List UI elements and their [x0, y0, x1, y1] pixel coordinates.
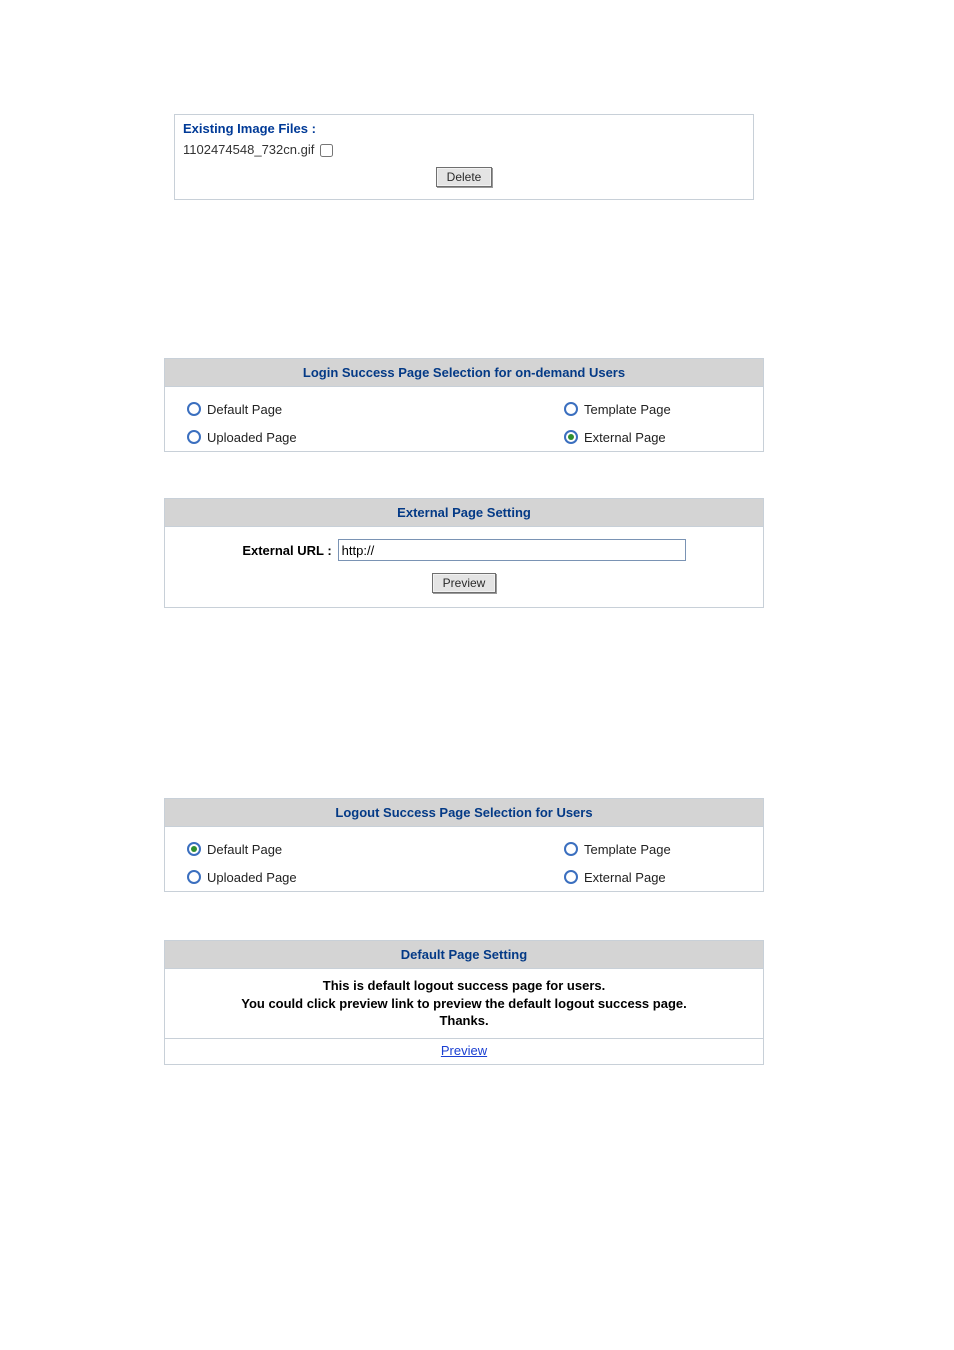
external-url-label: External URL : — [242, 543, 331, 558]
radio-icon — [564, 402, 578, 416]
radio-icon — [564, 430, 578, 444]
radio-label: Template Page — [584, 402, 671, 417]
radio-icon — [187, 870, 201, 884]
radio-label: Default Page — [207, 402, 282, 417]
delete-button[interactable]: Delete — [436, 167, 493, 187]
logout-selection-title: Logout Success Page Selection for Users — [165, 799, 763, 827]
radio-icon — [187, 430, 201, 444]
radio-option-default[interactable]: Default Page — [187, 395, 464, 423]
radio-icon — [187, 402, 201, 416]
login-selection-title: Login Success Page Selection for on-dema… — [165, 359, 763, 387]
radio-icon — [564, 842, 578, 856]
msg-line-2: You could click preview link to preview … — [241, 996, 686, 1011]
radio-label: Uploaded Page — [207, 430, 297, 445]
preview-link[interactable]: Preview — [441, 1043, 487, 1058]
existing-files-title: Existing Image Files : — [183, 121, 745, 136]
default-setting-title: Default Page Setting — [165, 941, 763, 969]
file-row: 1102474548_732cn.gif — [183, 142, 745, 157]
radio-option-external[interactable]: External Page — [464, 863, 741, 891]
preview-button[interactable]: Preview — [432, 573, 497, 593]
external-url-input[interactable] — [338, 539, 686, 561]
external-page-setting-panel: External Page Setting External URL : Pre… — [164, 498, 764, 608]
logout-success-selection-panel: Logout Success Page Selection for Users … — [164, 798, 764, 892]
default-page-setting-panel: Default Page Setting This is default log… — [164, 940, 764, 1065]
msg-line-3: Thanks. — [439, 1013, 488, 1028]
radio-label: External Page — [584, 870, 666, 885]
msg-line-1: This is default logout success page for … — [323, 978, 605, 993]
radio-option-external[interactable]: External Page — [464, 423, 741, 451]
radio-icon — [187, 842, 201, 856]
login-success-selection-panel: Login Success Page Selection for on-dema… — [164, 358, 764, 452]
existing-image-files-panel: Existing Image Files : 1102474548_732cn.… — [174, 114, 754, 200]
radio-option-template[interactable]: Template Page — [464, 835, 741, 863]
file-select-checkbox[interactable] — [320, 144, 333, 157]
external-setting-title: External Page Setting — [165, 499, 763, 527]
radio-option-default[interactable]: Default Page — [187, 835, 464, 863]
radio-label: External Page — [584, 430, 666, 445]
radio-icon — [564, 870, 578, 884]
default-setting-message: This is default logout success page for … — [165, 969, 763, 1039]
file-name: 1102474548_732cn.gif — [183, 142, 314, 157]
radio-option-template[interactable]: Template Page — [464, 395, 741, 423]
radio-option-uploaded[interactable]: Uploaded Page — [187, 863, 464, 891]
radio-option-uploaded[interactable]: Uploaded Page — [187, 423, 464, 451]
radio-label: Default Page — [207, 842, 282, 857]
radio-label: Uploaded Page — [207, 870, 297, 885]
radio-label: Template Page — [584, 842, 671, 857]
